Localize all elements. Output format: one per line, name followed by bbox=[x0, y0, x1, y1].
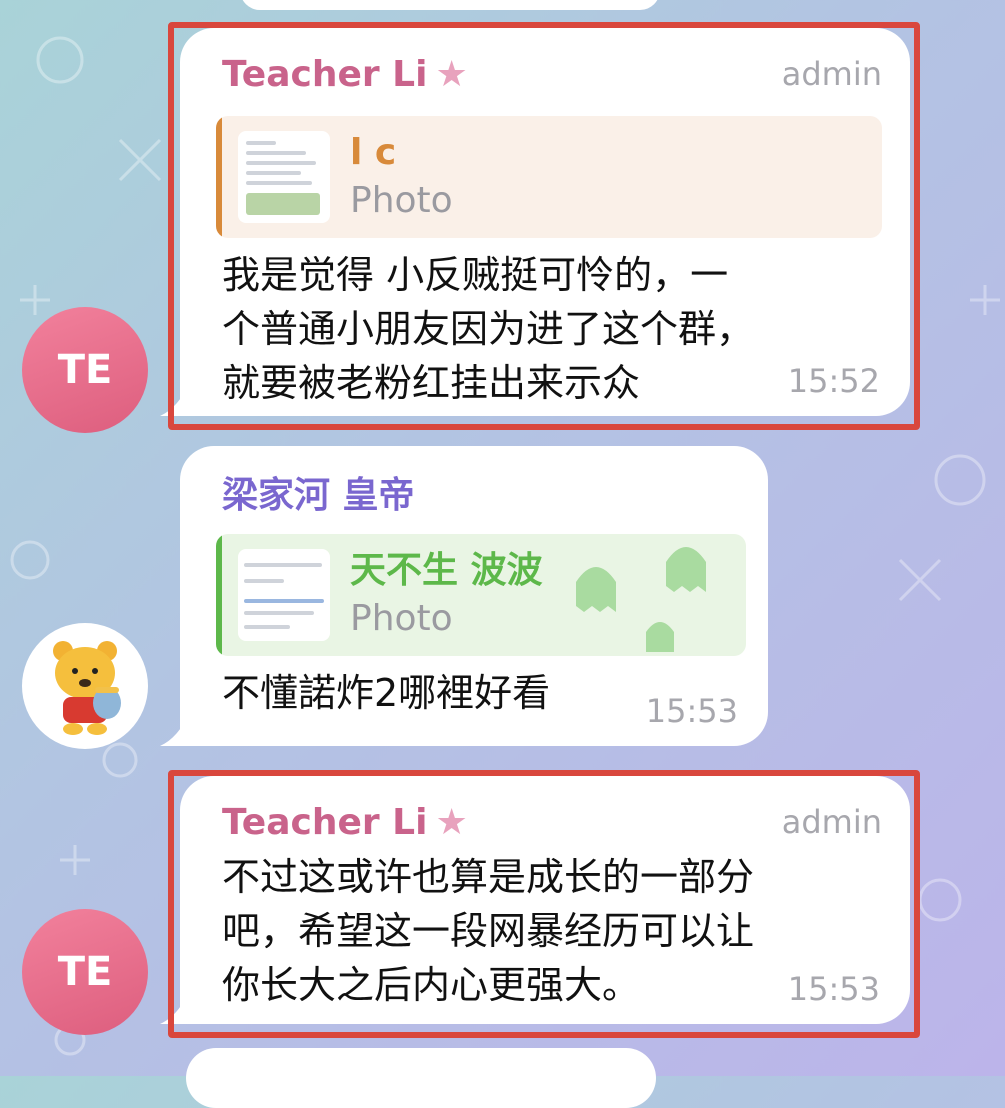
message-time: 15:53 bbox=[645, 692, 738, 730]
reply-sender-name: 天不生 波波 bbox=[350, 550, 543, 591]
reply-photo-thumbnail bbox=[238, 549, 330, 641]
next-message-bubble bbox=[186, 1048, 656, 1108]
sender-avatar[interactable]: TE bbox=[22, 307, 148, 433]
pooh-bear-icon bbox=[53, 641, 121, 735]
message-bubble[interactable]: 梁家河 皇帝 天不生 波波 Photo 不懂諾炸2哪裡好看 15:53 bbox=[180, 446, 768, 746]
previous-message-bubble bbox=[240, 0, 660, 10]
sender-avatar[interactable]: TE bbox=[22, 909, 148, 1035]
reply-accent-bar bbox=[216, 534, 222, 656]
highlight-box bbox=[168, 22, 920, 430]
avatar-initials: TE bbox=[57, 347, 113, 393]
avatar-initials: TE bbox=[57, 949, 113, 995]
reply-media-type: Photo bbox=[350, 598, 453, 639]
winnie-the-pooh-avatar[interactable] bbox=[22, 623, 148, 749]
sender-name[interactable]: 梁家河 皇帝 bbox=[222, 466, 415, 518]
ghost-pattern bbox=[576, 547, 706, 652]
highlight-box bbox=[168, 770, 920, 1038]
reply-preview[interactable]: 天不生 波波 Photo bbox=[216, 534, 746, 656]
